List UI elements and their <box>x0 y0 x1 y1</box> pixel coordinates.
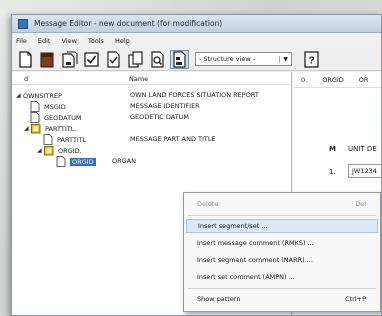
help-button[interactable]: ? <box>302 50 321 69</box>
chevron-down-icon: ▼ <box>279 55 288 63</box>
detail-header: 0. ORGID OR <box>293 72 381 88</box>
new-document-button[interactable] <box>16 50 35 69</box>
document-icon <box>56 156 66 167</box>
menu-item-label: Insert segment comment (NARR) ... <box>197 256 313 264</box>
tree-node-name: MESSAGE PART AND TITLE <box>130 135 216 143</box>
menu-item-label: Insert set comment (AMPN) ... <box>197 273 295 281</box>
tree-node-id: ORGID <box>70 157 96 166</box>
menu-item-label: Delete <box>197 200 219 208</box>
help-glyph: ? <box>308 55 314 66</box>
validate-button[interactable] <box>82 50 101 69</box>
tree-node-id: PARTTITL. <box>45 124 77 133</box>
document-icon <box>43 134 53 145</box>
menu-item-label: Show pattern <box>197 295 241 303</box>
tree-row[interactable]: MSGID MESSAGE IDENTIFIER <box>30 101 200 112</box>
tree-node-id: PARTTITL <box>57 135 87 144</box>
collapse-arrow-icon[interactable]: ◢ <box>16 92 23 99</box>
column-header-name: Name <box>129 75 149 83</box>
menu-item-insert-segment-set[interactable]: Insert segment/set ... <box>186 219 378 233</box>
new-document-icon <box>19 50 32 68</box>
structure-view-dropdown[interactable]: - Structure view - ▼ <box>195 52 292 66</box>
tree-header: d Name <box>12 72 291 85</box>
copy-icon <box>128 50 143 68</box>
collapse-arrow-icon[interactable]: ◢ <box>37 147 44 154</box>
structure-view-value: - Structure view - <box>199 55 256 63</box>
detail-header-name: OR <box>358 75 369 84</box>
menu-view[interactable]: View <box>61 37 76 45</box>
save-icon <box>62 50 78 68</box>
mandatory-marker: M <box>329 145 336 153</box>
collapse-arrow-icon[interactable]: ◢ <box>24 125 31 132</box>
tree-row[interactable]: ◢ PARTTITL. <box>24 123 76 134</box>
menu-separator <box>188 215 376 216</box>
document-icon <box>30 101 40 112</box>
tree-node-name: GEODETIC DATUM <box>130 113 190 121</box>
column-header-id: d <box>24 75 29 83</box>
menu-item-insert-segment-comment[interactable]: Insert segment comment (NARR) ... <box>186 253 378 267</box>
tree-row-selected[interactable]: ORGID ORGAN <box>56 156 136 167</box>
tree-node-id: ORGID. <box>58 146 82 155</box>
window-title: Message Editor - new document (for modif… <box>34 19 223 28</box>
structure-button[interactable] <box>170 49 189 69</box>
tree-node-name: MESSAGE IDENTIFIER <box>130 102 200 110</box>
open-icon <box>40 52 54 67</box>
tree-node-id: MSGID <box>44 102 66 111</box>
save-button[interactable] <box>60 50 79 69</box>
detail-header-id: ORGID <box>322 75 344 84</box>
search-icon <box>151 50 164 68</box>
toolbar: - Structure view - ▼ ? <box>12 48 381 71</box>
menu-item-label: Insert segment/set ... <box>198 222 268 230</box>
menu-edit[interactable]: Edit <box>38 37 51 45</box>
unit-field-input[interactable]: JW1234 <box>348 164 381 178</box>
document-icon <box>30 112 40 123</box>
menu-item-shortcut: Del <box>355 200 366 208</box>
tree-row[interactable]: GEODATUM GEODETIC DATUM <box>30 112 189 123</box>
field-index: 1. <box>329 168 336 176</box>
context-menu: Delete Del Insert segment/set ... Insert… <box>183 192 381 312</box>
validate-icon <box>84 51 99 67</box>
structure-icon <box>173 50 186 68</box>
menu-tools[interactable]: Tools <box>88 37 104 45</box>
search-button[interactable] <box>148 50 167 69</box>
menu-item-label: Insert message comment (RMKS) ... <box>197 239 314 247</box>
tree-row[interactable]: PARTTITL MESSAGE PART AND TITLE <box>43 134 216 145</box>
tree-row[interactable]: ◢ ORGID. <box>37 145 82 156</box>
copy-button[interactable] <box>126 50 145 69</box>
help-icon: ? <box>304 50 319 68</box>
tree-row[interactable]: ◢ OWNSITREP OWN LAND FORCES SITUATION RE… <box>16 90 259 101</box>
detail-header-index: 0. <box>301 75 308 84</box>
tree-node-name: OWN LAND FORCES SITUATION REPORT <box>130 91 259 99</box>
check-button[interactable] <box>104 50 123 69</box>
folder-icon <box>31 124 41 134</box>
field-label-unit: UNIT DE <box>348 145 377 153</box>
menu-bar: File Edit View Tools Help <box>12 34 381 48</box>
menu-item-insert-message-comment[interactable]: Insert message comment (RMKS) ... <box>186 236 378 250</box>
tree-node-id: GEODATUM <box>44 113 82 122</box>
message-editor-window: Message Editor - new document (for modif… <box>11 14 382 316</box>
menu-file[interactable]: File <box>16 37 27 45</box>
menu-help[interactable]: Help <box>115 37 130 45</box>
menu-separator <box>188 288 376 289</box>
folder-icon <box>44 146 54 156</box>
check-icon <box>107 50 120 68</box>
app-icon <box>18 18 28 29</box>
tree-node-name: ORGAN <box>112 157 136 165</box>
menu-item-shortcut: Ctrl+P <box>345 295 366 303</box>
tree-node-id: OWNSITREP <box>23 91 62 100</box>
menu-item-insert-set-comment[interactable]: Insert set comment (AMPN) ... <box>186 270 378 284</box>
open-button[interactable] <box>38 50 57 69</box>
menu-item-show-pattern[interactable]: Show pattern Ctrl+P <box>186 292 378 306</box>
menu-item-delete[interactable]: Delete Del <box>186 197 378 211</box>
title-bar[interactable]: Message Editor - new document (for modif… <box>12 15 381 33</box>
